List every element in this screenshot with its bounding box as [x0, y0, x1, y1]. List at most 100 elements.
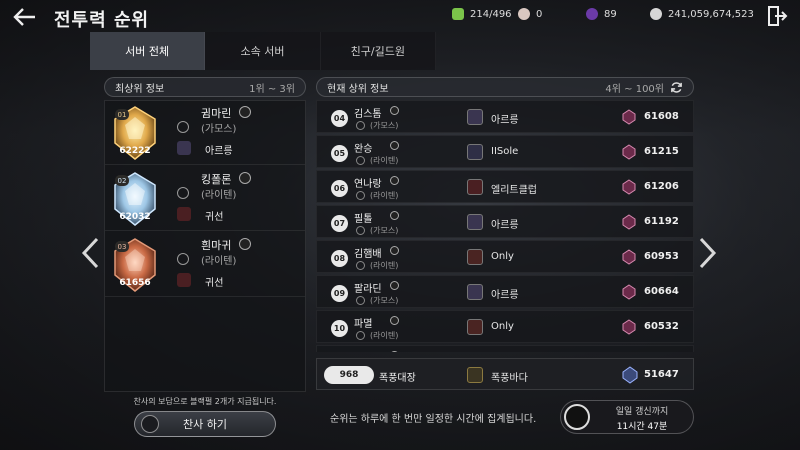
- guild-name: 아르릉: [491, 115, 519, 126]
- top3-row[interactable]: 02 62032 킹폴론 (라이텐) 귀선: [105, 167, 305, 231]
- my-name: 폭풍대장: [379, 373, 416, 384]
- resource-value: 89: [604, 8, 617, 20]
- guild-emblem-icon: [467, 284, 483, 300]
- back-button[interactable]: [10, 4, 40, 30]
- praise-button-label: 찬사 하기: [183, 418, 227, 431]
- power-crest-icon: [622, 214, 636, 230]
- guild-name: IISole: [491, 146, 519, 157]
- chevron-left-icon: [81, 237, 99, 269]
- section-title: 최상위 정보: [115, 83, 165, 95]
- power-value: 61192: [644, 216, 679, 227]
- ranking-row[interactable]: 11갓긴: [316, 345, 694, 352]
- guild-name: 아르릉: [205, 146, 233, 157]
- ranking-list: 04 김스톰 (가모스) 아르릉 61608 05 완승 (라이텐) IISole 61215 06…: [316, 100, 694, 352]
- my-rank-badge: 968: [324, 366, 374, 384]
- player-name: 김햄배: [354, 249, 382, 260]
- class-icon: [177, 121, 189, 133]
- my-rank-row[interactable]: 968 폭풍대장 폭풍바다 51647: [316, 358, 694, 390]
- praise-icon: [390, 246, 399, 255]
- class-icon: [177, 253, 189, 265]
- rank-label: 01: [115, 109, 129, 120]
- guild-emblem-icon: [467, 109, 483, 125]
- prev-arrow[interactable]: [80, 236, 100, 279]
- praise-icon: [390, 141, 399, 150]
- guild-emblem-icon: [177, 207, 191, 221]
- ranking-row[interactable]: 04 김스톰 (가모스) 아르릉 61608: [316, 100, 694, 133]
- ranking-row[interactable]: 08 김햄배 (라이텐) Only 60953: [316, 240, 694, 273]
- ranking-row[interactable]: 07 필톨 (가모스) 아르릉 61192: [316, 205, 694, 238]
- player-name: 완승: [354, 144, 373, 155]
- resource-green-gem: 214/496: [452, 8, 512, 20]
- class-icon: [356, 156, 365, 165]
- resource-value: 241,059,674,523: [668, 8, 754, 20]
- top3-panel: 01 62222 귐마린 (가모스) 아르릉 02 62032 킹폴론 (라이텐…: [104, 100, 306, 392]
- power-crest-icon: [622, 249, 636, 265]
- power-crest-icon: [622, 366, 638, 384]
- my-guild: 폭풍바다: [491, 373, 528, 384]
- class-icon: [356, 261, 365, 270]
- player-server: (라이텐): [201, 190, 237, 201]
- ranking-row[interactable]: 06 연나랑 (라이텐) 엘리트클럽 61206: [316, 170, 694, 203]
- resource-value: 214/496: [470, 8, 512, 20]
- power-crest-icon: [622, 144, 636, 160]
- tab-my-server[interactable]: 소속 서버: [205, 32, 321, 70]
- silver-coin-icon: [650, 8, 662, 20]
- next-arrow[interactable]: [698, 236, 718, 279]
- praise-icon: [390, 316, 399, 325]
- exit-door-icon: [768, 6, 788, 26]
- list-section-header: 현재 상위 정보 4위 ~ 100위: [316, 77, 694, 97]
- exit-button[interactable]: [766, 5, 788, 27]
- ranking-notice: 순위는 하루에 한 번만 일정한 시간에 집계됩니다.: [330, 414, 537, 425]
- power-value: 61608: [644, 111, 679, 122]
- top3-power: 61656: [119, 278, 151, 288]
- refresh-icon[interactable]: [670, 81, 683, 94]
- class-icon: [356, 331, 365, 340]
- player-name: 필톨: [354, 214, 373, 225]
- praise-icon: [239, 172, 251, 184]
- player-name: 파멸: [354, 319, 373, 330]
- reward-text: 찬사의 보답으로 블랙펄 2개가 지급됩니다.: [133, 397, 277, 406]
- back-arrow-icon: [13, 8, 35, 26]
- clock-icon: [564, 404, 590, 430]
- top3-row[interactable]: 03 61656 흰마귀 (라이텐) 귀선: [105, 233, 305, 297]
- player-name: 연나랑: [354, 179, 382, 190]
- praise-button[interactable]: 찬사 하기: [134, 411, 276, 437]
- power-crest-icon: [622, 109, 636, 125]
- ranking-row[interactable]: 05 완승 (라이텐) IISole 61215: [316, 135, 694, 168]
- player-server: (라이텐): [370, 331, 399, 340]
- power-crest-icon: [622, 319, 636, 335]
- power-crest-icon: [622, 179, 636, 195]
- top3-row[interactable]: 01 62222 귐마린 (가모스) 아르릉: [105, 101, 305, 165]
- top3-power: 62032: [119, 212, 151, 222]
- guild-name: 아르릉: [491, 290, 519, 301]
- praise-icon: [239, 106, 251, 118]
- ranking-tabs: 서버 전체 소속 서버 친구/길드원: [90, 32, 436, 70]
- rank-badge: 06: [331, 180, 348, 197]
- praise-icon: [390, 211, 399, 220]
- power-crest-icon: [622, 284, 636, 300]
- tab-server-all[interactable]: 서버 전체: [90, 32, 206, 70]
- pearl-icon: [518, 8, 530, 20]
- purple-orb-icon: [586, 8, 598, 20]
- guild-name: 귀선: [205, 278, 224, 289]
- player-name: 팔라딘: [354, 284, 382, 295]
- section-title: 현재 상위 정보: [327, 83, 389, 95]
- ranking-row[interactable]: 09 팔라딘 (가모스) 아르릉 60664: [316, 275, 694, 308]
- player-server: (가모스): [370, 296, 399, 305]
- tab-friends-guild[interactable]: 친구/길드원: [320, 32, 436, 70]
- praise-icon: [390, 281, 399, 290]
- section-range: 4위 ~ 100위: [605, 83, 664, 95]
- praise-icon: [141, 415, 159, 433]
- ranking-row[interactable]: 10 파멸 (라이텐) Only 60532: [316, 310, 694, 343]
- player-name: 흰마귀: [201, 239, 232, 252]
- green-gem-icon: [452, 8, 464, 20]
- player-server: (라이텐): [370, 191, 399, 200]
- guild-name: 귀선: [205, 212, 224, 223]
- guild-emblem-icon: [467, 319, 483, 335]
- player-name: 갓긴: [354, 350, 372, 352]
- my-power: 51647: [644, 369, 679, 380]
- rank-badge: 07: [331, 215, 348, 232]
- class-icon: [356, 121, 365, 130]
- rank-badge: 10: [331, 320, 348, 337]
- guild-emblem-icon: [467, 144, 483, 160]
